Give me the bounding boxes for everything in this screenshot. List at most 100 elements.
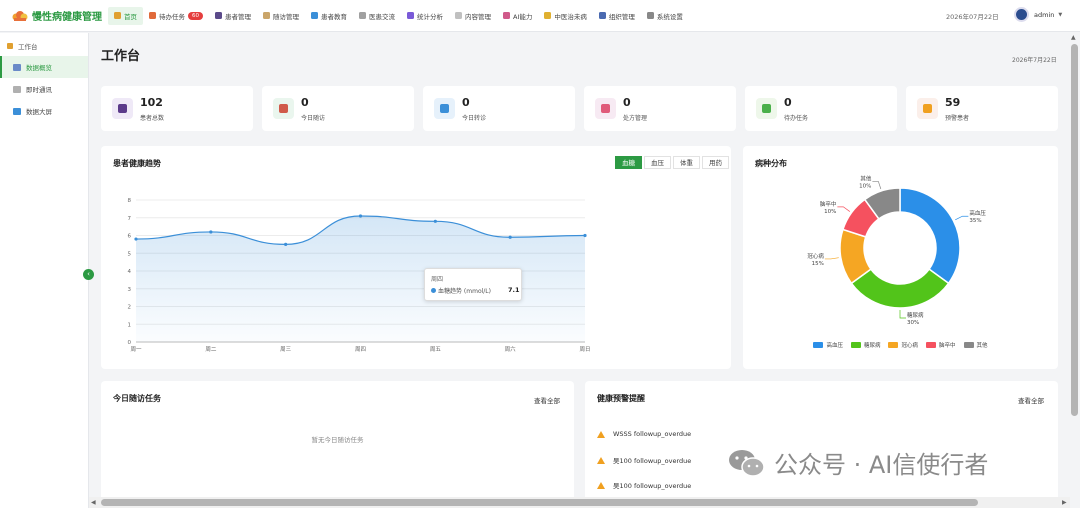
nav-item-2[interactable]: 患者管理 (209, 7, 257, 25)
horizontal-scrollbar[interactable] (101, 499, 978, 506)
warning-icon (597, 430, 605, 438)
watermark-text: 公众号 · AI信使行者 (774, 451, 989, 479)
x-tick-label: 周四 (355, 346, 366, 353)
pie-percent: 15% (812, 261, 824, 267)
y-tick-label: 8 (128, 198, 132, 204)
nav-item-9[interactable]: 中医治未病 (538, 7, 593, 25)
y-tick-label: 5 (128, 251, 132, 257)
legend-label: 高血压 (826, 343, 843, 349)
ai-icon (503, 12, 510, 19)
legend-label: 糖尿病 (863, 343, 881, 349)
stat-card[interactable]: 0 今日随访 (262, 86, 414, 131)
legend-swatch (850, 342, 861, 348)
scroll-up-icon[interactable]: ▲ (1071, 34, 1076, 41)
x-tick-label: 周六 (505, 345, 517, 353)
legend-swatch (888, 342, 899, 348)
nav-item-11[interactable]: 系统设置 (641, 7, 689, 25)
nav-item-4[interactable]: 患者教育 (305, 7, 353, 25)
app-title: 慢性病健康管理 (32, 12, 102, 23)
nav-item-label: 待办任务 (159, 12, 185, 21)
nav-item-1[interactable]: 待办任务 60 (143, 7, 209, 25)
sidebar-group-workbench[interactable]: 工作台 (0, 33, 88, 51)
y-tick-label: 3 (128, 287, 132, 293)
pie-label-line (955, 215, 969, 221)
pie-label: 其他 (860, 174, 872, 182)
stat-card[interactable]: 102 患者总数 (101, 86, 253, 131)
y-tick-label: 1 (128, 322, 132, 328)
data-point (134, 237, 138, 241)
data-point (508, 235, 512, 239)
y-tick-label: 7 (128, 216, 132, 222)
sidebar-item-0[interactable]: 数据概览 (0, 56, 88, 78)
data-point (433, 219, 437, 223)
stat-label: 患者总数 (140, 115, 165, 122)
stat-card[interactable]: 0 今日转诊 (423, 86, 575, 131)
nav-item-5[interactable]: 医患交流 (353, 7, 401, 25)
sidebar-collapse-button[interactable]: ‹ (83, 269, 94, 280)
pie-percent: 30% (907, 320, 919, 326)
sidebar-item-2[interactable]: 数据大屏 (0, 100, 88, 122)
followup-view-all-link[interactable]: 查看全部 (534, 395, 560, 405)
chat-icon (359, 12, 366, 19)
nav-item-label: 组织管理 (608, 12, 635, 21)
alert-item[interactable]: 吴100 followup_overdue (597, 455, 691, 465)
scroll-left-icon[interactable]: ◀ (91, 499, 96, 506)
clipboard-icon (273, 98, 294, 119)
warning-icon (917, 98, 938, 119)
monitor-icon (13, 107, 21, 115)
stat-card[interactable]: 59 预警患者 (906, 86, 1058, 131)
refresh-icon (434, 98, 455, 119)
tooltip-series-marker (431, 288, 436, 293)
home-icon (7, 43, 13, 49)
alert-item[interactable]: WSSS followup_overdue (597, 430, 691, 438)
stat-card[interactable]: 0 待办任务 (745, 86, 897, 131)
pie-label: 高血压 (969, 209, 986, 217)
stat-card[interactable]: 0 处方管理 (584, 86, 736, 131)
scroll-right-icon[interactable]: ▶ (1062, 499, 1067, 506)
legend-item[interactable]: 冠心病 (888, 341, 918, 349)
nav-item-8[interactable]: AI能力 (497, 7, 538, 25)
message-icon (13, 85, 21, 93)
legend-item[interactable]: 脑卒中 (926, 341, 956, 349)
nav-item-3[interactable]: 随访管理 (257, 7, 305, 25)
nav-item-0[interactable]: 首页 (108, 6, 143, 25)
legend-label: 脑卒中 (939, 343, 956, 349)
stat-label: 预警患者 (945, 115, 970, 122)
legend-item[interactable]: 糖尿病 (850, 341, 881, 349)
nav-item-label: AI能力 (513, 12, 533, 21)
nav-item-10[interactable]: 组织管理 (593, 7, 641, 25)
tooltip-value: 7.1 (508, 286, 520, 294)
disease-donut-chart: 高血压35%糖尿病30%冠心病15%脑卒中10%其他10% (807, 174, 986, 326)
stat-icon-glyph (762, 104, 771, 113)
chevron-down-icon: ▼ (1058, 11, 1063, 18)
pie-label-line (899, 310, 906, 319)
alert-item[interactable]: 吴100 followup_overdue (597, 480, 691, 490)
app-logo[interactable]: 慢性病健康管理 (0, 8, 108, 23)
stat-icon-glyph (923, 104, 932, 113)
pie-percent: 10% (824, 209, 836, 215)
nav-item-label: 系统设置 (656, 12, 683, 21)
task-count-badge: 60 (188, 11, 203, 20)
legend-item[interactable]: 其他 (963, 341, 988, 349)
alerts-view-all-link[interactable]: 查看全部 (1018, 395, 1044, 405)
pie-label: 糖尿病 (907, 311, 924, 319)
nav-item-7[interactable]: 内容管理 (449, 7, 497, 25)
legend-item[interactable]: 高血压 (813, 341, 843, 349)
sidebar-item-1[interactable]: 即时通讯 (0, 78, 88, 100)
clipboard-icon (263, 12, 270, 19)
pie-slice (850, 268, 950, 309)
vertical-scrollbar[interactable] (1071, 44, 1078, 416)
nav-item-label: 内容管理 (465, 12, 491, 21)
pie-label: 冠心病 (807, 252, 824, 260)
watermark: 公众号 · AI信使行者 (728, 445, 988, 480)
sidebar-group-label: 工作台 (18, 43, 38, 51)
user-name: admin (1034, 10, 1055, 19)
avatar (1014, 7, 1029, 22)
chart-icon (407, 12, 414, 19)
stat-value: 0 (462, 96, 470, 109)
user-menu[interactable]: admin ▼ (1014, 7, 1062, 22)
home-icon (114, 12, 121, 19)
y-tick-label: 2 (128, 305, 132, 311)
nav-item-6[interactable]: 统计分析 (401, 7, 449, 25)
data-point (358, 214, 363, 218)
